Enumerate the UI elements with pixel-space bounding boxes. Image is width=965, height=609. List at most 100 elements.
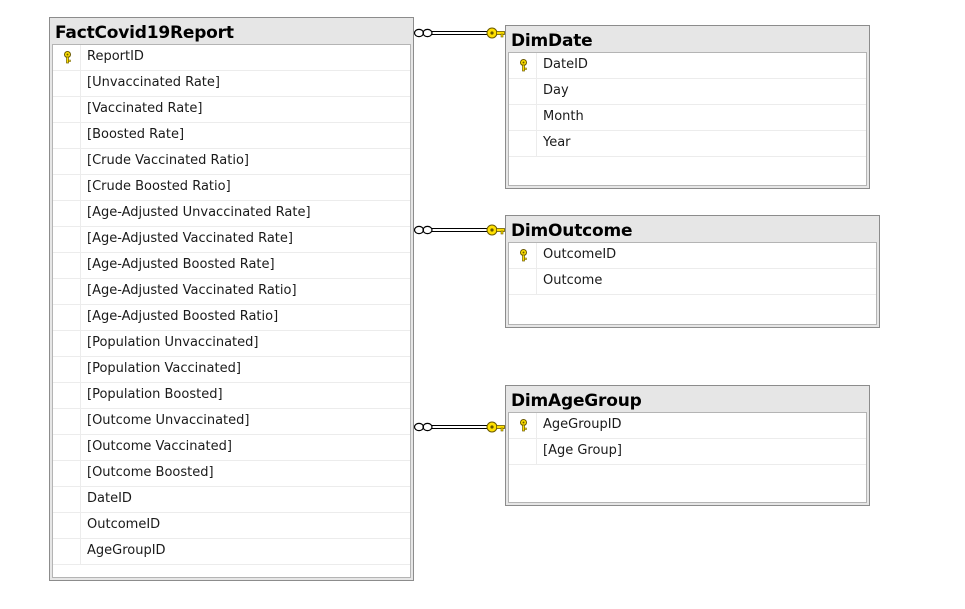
table-title: DimAgeGroup [511, 391, 642, 411]
key-cell [53, 539, 81, 564]
key-cell [53, 227, 81, 252]
key-cell [53, 305, 81, 330]
column-name: DateID [543, 57, 588, 72]
column-name: [Age-Adjusted Boosted Ratio] [87, 309, 279, 324]
column-list: OutcomeID Outcome [508, 242, 877, 325]
column-name: [Age Group] [543, 443, 622, 458]
key-icon [486, 27, 505, 39]
column-name: OutcomeID [87, 517, 161, 532]
column-name: Outcome [543, 273, 603, 288]
column-row[interactable]: Month [509, 105, 866, 131]
column-list: ReportID [Unvaccinated Rate] [Vaccinated R… [52, 44, 411, 578]
key-cell [53, 45, 81, 70]
column-row[interactable]: [Outcome Unvaccinated] [53, 409, 410, 435]
key-cell [53, 461, 81, 486]
column-name: [Outcome Vaccinated] [87, 439, 232, 454]
column-row[interactable]: [Outcome Boosted] [53, 461, 410, 487]
column-name: DateID [87, 491, 132, 506]
column-name: ReportID [87, 49, 144, 64]
column-row[interactable]: [Population Unvaccinated] [53, 331, 410, 357]
key-cell [509, 105, 537, 130]
key-cell [53, 123, 81, 148]
column-row[interactable]: OutcomeID [53, 513, 410, 539]
column-row[interactable]: [Unvaccinated Rate] [53, 71, 410, 97]
column-name: [Crude Boosted Ratio] [87, 179, 231, 194]
key-cell [509, 131, 537, 156]
key-cell [509, 243, 537, 268]
column-row[interactable]: [Vaccinated Rate] [53, 97, 410, 123]
column-row[interactable]: [Crude Vaccinated Ratio] [53, 149, 410, 175]
column-row[interactable]: [Age-Adjusted Vaccinated Rate] [53, 227, 410, 253]
column-row[interactable]: [Age Group] [509, 439, 866, 465]
key-cell [53, 409, 81, 434]
key-cell [53, 175, 81, 200]
column-name: Month [543, 109, 584, 124]
table-dim-outcome[interactable]: DimOutcome OutcomeID Outcome [505, 215, 880, 328]
column-row[interactable]: [Boosted Rate] [53, 123, 410, 149]
column-name: AgeGroupID [543, 417, 622, 432]
table-title: DimOutcome [511, 221, 633, 241]
column-row[interactable]: AgeGroupID [53, 539, 410, 565]
column-name: [Outcome Unvaccinated] [87, 413, 250, 428]
column-name: AgeGroupID [87, 543, 166, 558]
key-cell [53, 253, 81, 278]
column-row[interactable]: DateID [509, 53, 866, 79]
column-name: [Age-Adjusted Vaccinated Rate] [87, 231, 293, 246]
column-row[interactable]: [Age-Adjusted Boosted Ratio] [53, 305, 410, 331]
column-name: [Vaccinated Rate] [87, 101, 203, 116]
key-cell [509, 413, 537, 438]
column-name: [Age-Adjusted Unvaccinated Rate] [87, 205, 311, 220]
key-cell [53, 487, 81, 512]
key-cell [509, 53, 537, 78]
column-name: [Outcome Boosted] [87, 465, 214, 480]
key-icon [486, 421, 505, 433]
key-cell [53, 331, 81, 356]
table-dim-date[interactable]: DimDate DateID Day Month Year [505, 25, 870, 189]
table-dim-age-group[interactable]: DimAgeGroup AgeGroupID [Age Group] [505, 385, 870, 506]
column-row[interactable]: DateID [53, 487, 410, 513]
key-cell [53, 383, 81, 408]
column-name: [Age-Adjusted Vaccinated Ratio] [87, 283, 297, 298]
key-cell [53, 201, 81, 226]
key-cell [53, 97, 81, 122]
column-name: Year [543, 135, 571, 150]
column-name: OutcomeID [543, 247, 617, 262]
key-cell [53, 71, 81, 96]
infinity-icon [413, 28, 433, 38]
column-name: [Crude Vaccinated Ratio] [87, 153, 250, 168]
key-icon [486, 224, 505, 236]
table-title: FactCovid19Report [55, 23, 234, 43]
column-row[interactable]: ReportID [53, 45, 410, 71]
relationship-fact-agegroup[interactable] [413, 421, 505, 433]
infinity-icon [413, 225, 433, 235]
column-row[interactable]: [Age-Adjusted Unvaccinated Rate] [53, 201, 410, 227]
column-row[interactable]: [Population Vaccinated] [53, 357, 410, 383]
column-row[interactable]: OutcomeID [509, 243, 876, 269]
key-cell [509, 439, 537, 464]
column-row[interactable]: [Crude Boosted Ratio] [53, 175, 410, 201]
column-row[interactable]: [Outcome Vaccinated] [53, 435, 410, 461]
column-row[interactable]: [Age-Adjusted Boosted Rate] [53, 253, 410, 279]
column-name: [Population Vaccinated] [87, 361, 241, 376]
table-title: DimDate [511, 31, 593, 51]
key-cell [509, 269, 537, 294]
column-name: [Population Unvaccinated] [87, 335, 259, 350]
column-row[interactable]: [Age-Adjusted Vaccinated Ratio] [53, 279, 410, 305]
key-cell [509, 79, 537, 104]
column-name: [Age-Adjusted Boosted Rate] [87, 257, 275, 272]
table-fact-covid19-report[interactable]: FactCovid19Report ReportID [Unvaccinated … [49, 17, 414, 581]
relationship-fact-outcome[interactable] [413, 224, 505, 236]
relationship-fact-date[interactable] [413, 27, 505, 39]
column-name: Day [543, 83, 569, 98]
column-row[interactable]: [Population Boosted] [53, 383, 410, 409]
key-cell [53, 357, 81, 382]
column-name: [Boosted Rate] [87, 127, 185, 142]
column-row[interactable]: Day [509, 79, 866, 105]
column-row[interactable]: Year [509, 131, 866, 157]
column-row[interactable]: AgeGroupID [509, 413, 866, 439]
key-cell [53, 513, 81, 538]
key-cell [53, 279, 81, 304]
key-cell [53, 149, 81, 174]
column-row[interactable]: Outcome [509, 269, 876, 295]
infinity-icon [413, 422, 433, 432]
